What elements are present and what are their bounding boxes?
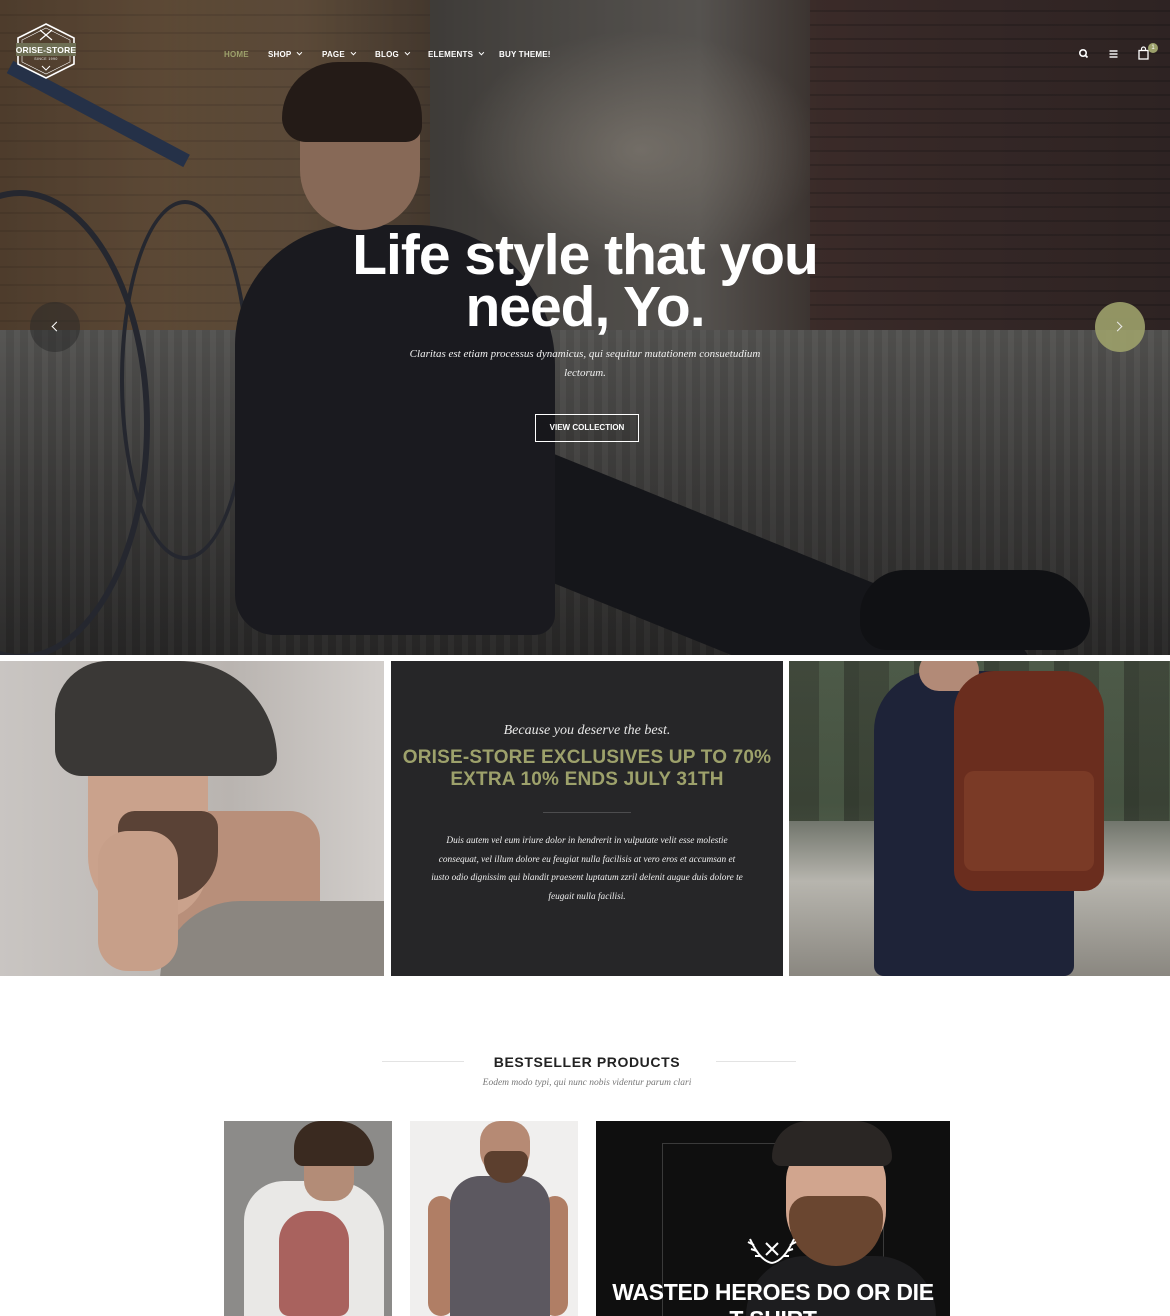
model-hair: [772, 1121, 892, 1166]
hero-slider: ORISE-STORE SINCE 1990 HOME SHOP PAGE BL…: [0, 0, 1170, 655]
promo-divider: [543, 812, 631, 813]
nav-buy-theme[interactable]: BUY THEME!: [499, 47, 559, 61]
slider-prev-button[interactable]: [30, 302, 80, 352]
main-nav: HOME SHOP PAGE BLOG ELEMENTS BUY THEME!: [224, 47, 559, 61]
promo-body: Duis autem vel eum iriure dolor in hendr…: [431, 836, 743, 902]
backpack-pocket: [964, 771, 1094, 871]
chevron-right-icon: [1112, 321, 1123, 332]
feature-title: WASTED HEROES DO OR DIE T-SHIRT: [596, 1279, 950, 1316]
nav-page[interactable]: PAGE: [322, 47, 375, 61]
nav-blog[interactable]: BLOG: [375, 47, 428, 61]
hero-subtitle: Claritas est etiam processus dynamicus, …: [409, 348, 761, 379]
bestseller-subtitle: Eodem modo typi, qui nunc nobis videntur…: [482, 1078, 692, 1088]
promo-panel: Because you deserve the best. ORISE-STOR…: [391, 661, 783, 976]
feature-title-line1: WASTED HEROES DO OR DIE: [612, 1279, 934, 1305]
nav-shop-label: SHOP: [268, 49, 292, 59]
nav-home[interactable]: HOME: [224, 47, 268, 61]
nav-home-label: HOME: [224, 49, 249, 59]
nav-elements[interactable]: ELEMENTS: [428, 47, 499, 61]
nav-buy-theme-label: BUY THEME!: [499, 49, 551, 59]
nav-page-label: PAGE: [322, 49, 345, 59]
chevron-down-icon: [297, 49, 303, 56]
nav-elements-label: ELEMENTS: [428, 49, 474, 59]
slider-next-button[interactable]: [1095, 302, 1145, 352]
chevron-left-icon: [51, 321, 62, 332]
promo-image-tattooed-man[interactable]: [0, 661, 384, 976]
chevron-down-icon: [404, 49, 411, 56]
bestseller-title: BESTSELLER PRODUCTS: [493, 1054, 681, 1070]
nav-blog-label: BLOG: [375, 49, 399, 59]
model-flat-cap: [55, 661, 277, 776]
tshirt-print: [279, 1211, 349, 1316]
view-collection-button[interactable]: VIEW COLLECTION: [535, 414, 639, 442]
promo-title: ORISE-STORE EXCLUSIVES UP TO 70% EXTRA 1…: [391, 747, 783, 791]
model-hair: [294, 1121, 374, 1166]
logo-since: SINCE 1990: [34, 57, 58, 61]
product-card[interactable]: [224, 1121, 392, 1316]
cart-count-badge: 1: [1148, 43, 1158, 53]
logo-text: ORISE-STORE: [15, 45, 77, 55]
promo-image-backpack[interactable]: [789, 661, 1170, 976]
wreath-logo-icon: [740, 1231, 804, 1267]
chevron-down-icon: [350, 49, 357, 56]
promo-title-line2: EXTRA 10% ENDS JULY 31TH: [450, 769, 724, 790]
tank-top-image: [450, 1176, 550, 1316]
model-hand: [98, 831, 178, 971]
menu-icon[interactable]: [1104, 44, 1124, 64]
feature-title-line2: T-SHIRT: [729, 1306, 817, 1316]
featured-product-banner[interactable]: WASTED HEROES DO OR DIE T-SHIRT: [596, 1121, 950, 1316]
search-icon[interactable]: [1074, 44, 1094, 64]
product-card[interactable]: [410, 1121, 578, 1316]
site-logo[interactable]: ORISE-STORE SINCE 1990: [14, 22, 78, 80]
promo-script-text: Because you deserve the best.: [503, 723, 671, 738]
chevron-down-icon: [478, 49, 485, 56]
nav-shop[interactable]: SHOP: [268, 47, 322, 61]
hero-title: Life style that you need, Yo.: [352, 223, 819, 339]
title-rule-right: [716, 1061, 796, 1062]
promo-title-line1: ORISE-STORE EXCLUSIVES UP TO 70%: [402, 747, 772, 768]
